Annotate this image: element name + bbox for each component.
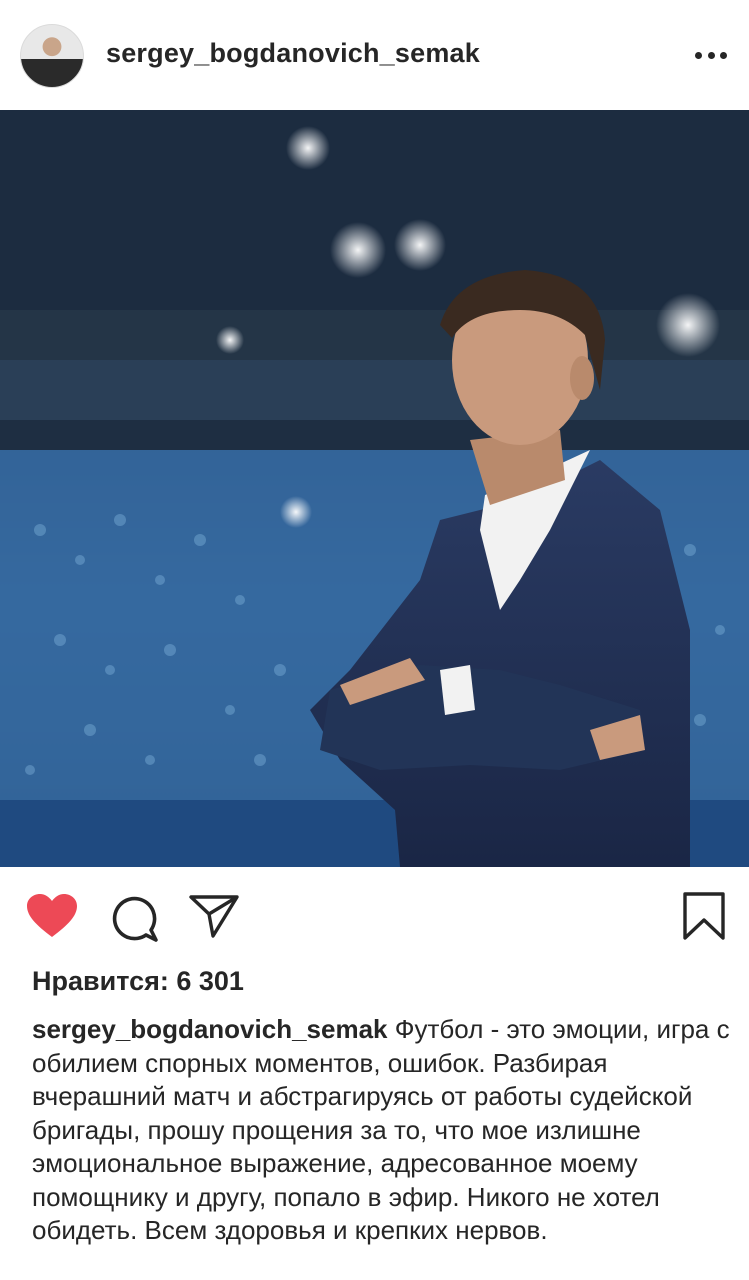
heart-icon[interactable] [26, 893, 78, 939]
action-bar [0, 867, 749, 962]
post-header: sergey_bogdanovich_semak [0, 0, 749, 110]
caption-text: Футбол - это эмоции, игра с обилием спор… [32, 1014, 730, 1245]
post-caption: sergey_bogdanovich_semak Футбол - это эм… [32, 1013, 732, 1248]
username-link[interactable]: sergey_bogdanovich_semak [106, 38, 480, 69]
photo-illustration [0, 110, 749, 867]
likes-count[interactable]: Нравится: 6 301 [32, 966, 244, 997]
more-options-icon[interactable] [695, 46, 727, 64]
instagram-post: sergey_bogdanovich_semak Нравится: 6 301… [0, 0, 749, 1280]
avatar[interactable] [20, 24, 84, 88]
paper-plane-icon[interactable] [189, 894, 239, 938]
bookmark-icon[interactable] [683, 892, 725, 940]
post-photo[interactable] [0, 110, 749, 867]
comment-icon[interactable] [110, 894, 158, 942]
caption-author-link[interactable]: sergey_bogdanovich_semak [32, 1014, 388, 1044]
